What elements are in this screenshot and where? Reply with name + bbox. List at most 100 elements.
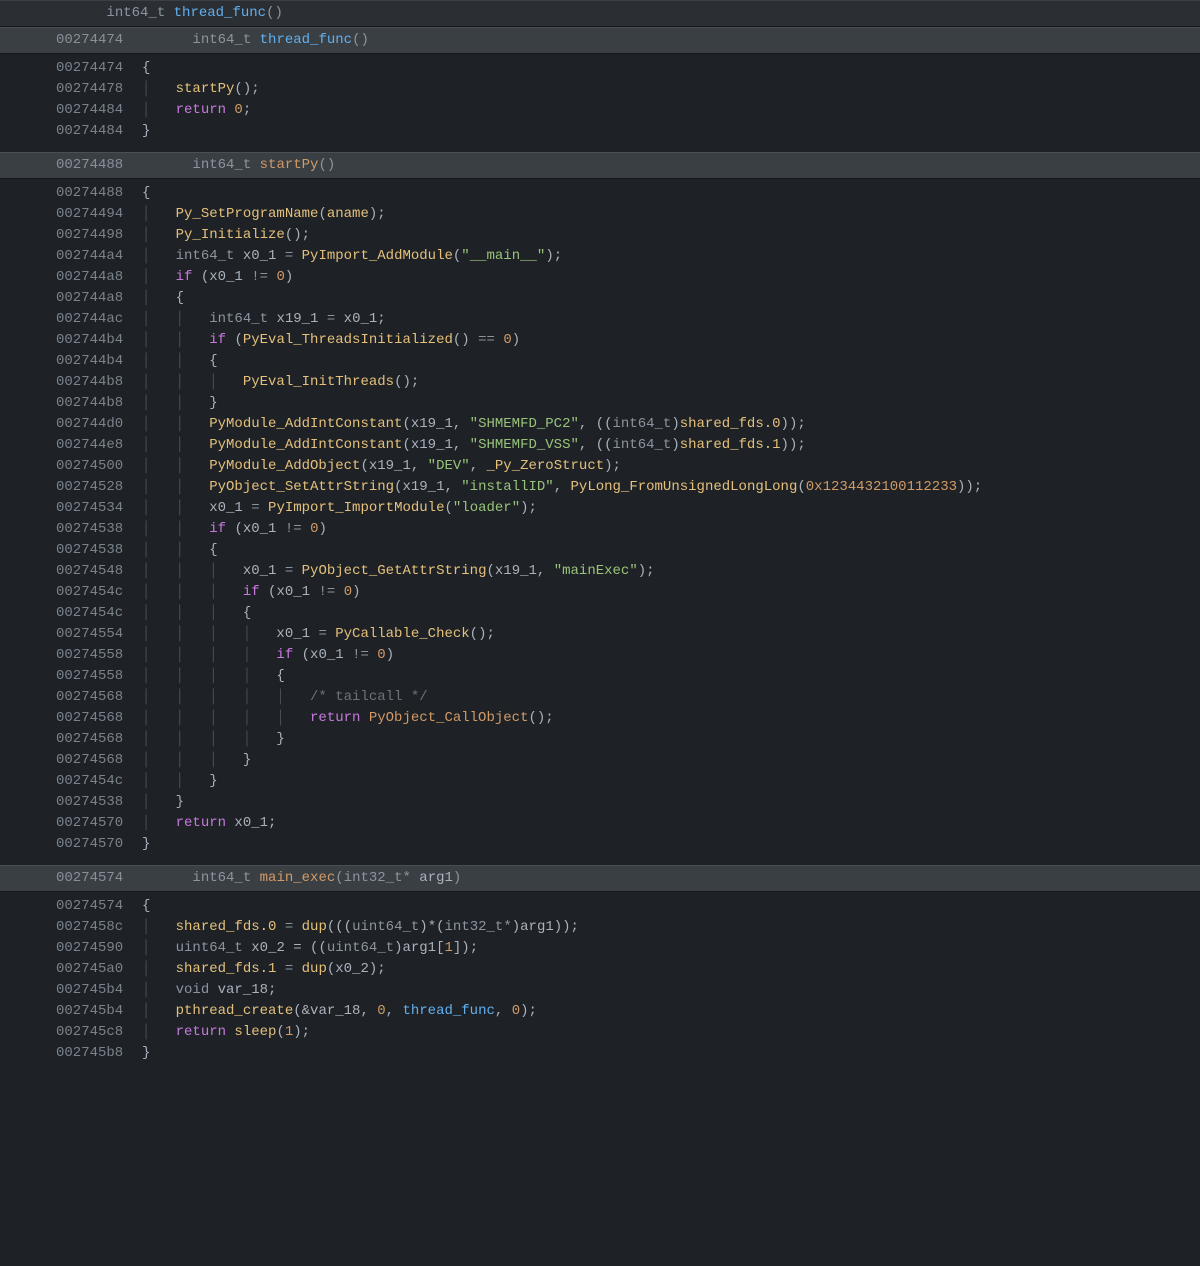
code-line[interactable]: 0027458c│ shared_fds.0 = dup(((uint64_t)… — [0, 917, 1200, 938]
code-content: │ │ PyObject_SetAttrString(x19_1, "insta… — [142, 477, 982, 498]
code-content: │ │ │ if (x0_1 != 0) — [142, 582, 361, 603]
code-line[interactable]: 002744a8│ { — [0, 288, 1200, 309]
code-line[interactable]: 00274484│ return 0; — [0, 100, 1200, 121]
code-line[interactable]: 002744b8│ │ │ PyEval_InitThreads(); — [0, 372, 1200, 393]
code-line[interactable]: 00274568│ │ │ │ } — [0, 729, 1200, 750]
code-line[interactable]: 00274548│ │ │ x0_1 = PyObject_GetAttrStr… — [0, 561, 1200, 582]
code-line[interactable]: 00274568│ │ │ │ │ /* tailcall */ — [0, 687, 1200, 708]
code-line[interactable]: 002744b4│ │ if (PyEval_ThreadsInitialize… — [0, 330, 1200, 351]
address: 00274474 — [56, 30, 142, 51]
address: 002745b4 — [56, 1001, 142, 1022]
function-subheader[interactable]: 00274574 int64_t main_exec(int32_t* arg1… — [0, 865, 1200, 892]
address: 00274568 — [56, 708, 142, 729]
code-content: │ Py_Initialize(); — [142, 225, 310, 246]
code-line[interactable]: 002744ac│ │ int64_t x19_1 = x0_1; — [0, 309, 1200, 330]
code-content: │ │ │ │ x0_1 = PyCallable_Check(); — [142, 624, 495, 645]
address: 002744b4 — [56, 351, 142, 372]
code-line[interactable]: 00274538│ │ { — [0, 540, 1200, 561]
code-line[interactable]: 00274538│ │ if (x0_1 != 0) — [0, 519, 1200, 540]
code-content: │ │ if (x0_1 != 0) — [142, 519, 327, 540]
code-line[interactable]: 00274554│ │ │ │ x0_1 = PyCallable_Check(… — [0, 624, 1200, 645]
address: 002744a8 — [56, 267, 142, 288]
address: 00274488 — [56, 155, 142, 176]
function-body[interactable]: 00274574{0027458c│ shared_fds.0 = dup(((… — [0, 892, 1200, 1068]
code-line[interactable]: 002745b4│ pthread_create(&var_18, 0, thr… — [0, 1001, 1200, 1022]
address: 002744ac — [56, 309, 142, 330]
code-line[interactable]: 00274478│ startPy(); — [0, 79, 1200, 100]
code-line[interactable]: 00274558│ │ │ │ { — [0, 666, 1200, 687]
code-line[interactable]: 0027454c│ │ │ { — [0, 603, 1200, 624]
code-line[interactable]: 002744a8│ if (x0_1 != 0) — [0, 267, 1200, 288]
code-line[interactable]: 002745c8│ return sleep(1); — [0, 1022, 1200, 1043]
code-content: │ │ │ │ if (x0_1 != 0) — [142, 645, 394, 666]
address: 00274488 — [56, 183, 142, 204]
address: 00274538 — [56, 540, 142, 561]
address: 0027458c — [56, 917, 142, 938]
code-line[interactable]: 00274568│ │ │ │ │ return PyObject_CallOb… — [0, 708, 1200, 729]
code-line[interactable]: 002745a0│ shared_fds.1 = dup(x0_2); — [0, 959, 1200, 980]
address: 00274574 — [56, 896, 142, 917]
address: 00274494 — [56, 204, 142, 225]
code-content: │ shared_fds.1 = dup(x0_2); — [142, 959, 386, 980]
code-line[interactable]: 0027454c│ │ } — [0, 771, 1200, 792]
address: 00274554 — [56, 624, 142, 645]
code-content: │ return x0_1; — [142, 813, 276, 834]
address: 00274538 — [56, 792, 142, 813]
address: 00274558 — [56, 645, 142, 666]
code-line[interactable]: 002745b8} — [0, 1043, 1200, 1064]
function-block-main-exec: 00274574 int64_t main_exec(int32_t* arg1… — [0, 865, 1200, 1068]
code-content: │ int64_t x0_1 = PyImport_AddModule("__m… — [142, 246, 562, 267]
code-line[interactable]: 00274534│ │ x0_1 = PyImport_ImportModule… — [0, 498, 1200, 519]
code-content: } — [142, 1043, 150, 1064]
address: 0027454c — [56, 603, 142, 624]
address: 00274574 — [56, 868, 142, 889]
code-content: │ │ │ { — [142, 603, 251, 624]
code-line[interactable]: 00274590│ uint64_t x0_2 = ((uint64_t)arg… — [0, 938, 1200, 959]
code-content: │ │ │ │ { — [142, 666, 285, 687]
code-line[interactable]: 00274498│ Py_Initialize(); — [0, 225, 1200, 246]
code-line[interactable]: 0027454c│ │ │ if (x0_1 != 0) — [0, 582, 1200, 603]
code-content: │ return 0; — [142, 100, 251, 121]
address: 00274498 — [56, 225, 142, 246]
code-line[interactable]: 00274528│ │ PyObject_SetAttrString(x19_1… — [0, 477, 1200, 498]
code-line[interactable]: 002744e8│ │ PyModule_AddIntConstant(x19_… — [0, 435, 1200, 456]
code-line[interactable]: 00274500│ │ PyModule_AddObject(x19_1, "D… — [0, 456, 1200, 477]
code-line[interactable]: 002745b4│ void var_18; — [0, 980, 1200, 1001]
code-content: │ } — [142, 792, 184, 813]
code-line[interactable]: 00274558│ │ │ │ if (x0_1 != 0) — [0, 645, 1200, 666]
function-block-thread-func: int64_t thread_func() 00274474 int64_t t… — [0, 0, 1200, 146]
code-content: { — [142, 58, 150, 79]
code-content: │ Py_SetProgramName(aname); — [142, 204, 386, 225]
address: 00274474 — [56, 58, 142, 79]
address: 002744a8 — [56, 288, 142, 309]
code-line[interactable]: 002744a4│ int64_t x0_1 = PyImport_AddMod… — [0, 246, 1200, 267]
code-line[interactable]: 00274538│ } — [0, 792, 1200, 813]
address: 002744e8 — [56, 435, 142, 456]
code-content: │ void var_18; — [142, 980, 276, 1001]
code-content: { — [142, 183, 150, 204]
code-content: │ uint64_t x0_2 = ((uint64_t)arg1[1]); — [142, 938, 478, 959]
address: 00274478 — [56, 79, 142, 100]
function-subheader[interactable]: 00274488 int64_t startPy() — [0, 152, 1200, 179]
function-subheader[interactable]: 00274474 int64_t thread_func() — [0, 27, 1200, 54]
code-line[interactable]: 002744d0│ │ PyModule_AddIntConstant(x19_… — [0, 414, 1200, 435]
code-line[interactable]: 00274494│ Py_SetProgramName(aname); — [0, 204, 1200, 225]
address: 0027454c — [56, 582, 142, 603]
code-content: │ │ │ PyEval_InitThreads(); — [142, 372, 419, 393]
code-content: │ │ │ │ │ return PyObject_CallObject(); — [142, 708, 554, 729]
address: 00274590 — [56, 938, 142, 959]
function-block-startpy: 00274488 int64_t startPy() 00274488{0027… — [0, 152, 1200, 859]
code-content: │ │ x0_1 = PyImport_ImportModule("loader… — [142, 498, 537, 519]
address: 00274484 — [56, 121, 142, 142]
address: 002745c8 — [56, 1022, 142, 1043]
address: 002744b4 — [56, 330, 142, 351]
code-line[interactable]: 00274568│ │ │ } — [0, 750, 1200, 771]
address: 0027454c — [56, 771, 142, 792]
function-body[interactable]: 00274488{00274494│ Py_SetProgramName(ana… — [0, 179, 1200, 859]
code-line[interactable]: 002744b8│ │ } — [0, 393, 1200, 414]
code-line[interactable]: 002744b4│ │ { — [0, 351, 1200, 372]
code-content: │ │ { — [142, 351, 218, 372]
code-content: │ │ PyModule_AddIntConstant(x19_1, "SHME… — [142, 435, 806, 456]
address: 00274568 — [56, 687, 142, 708]
code-line[interactable]: 00274570│ return x0_1; — [0, 813, 1200, 834]
